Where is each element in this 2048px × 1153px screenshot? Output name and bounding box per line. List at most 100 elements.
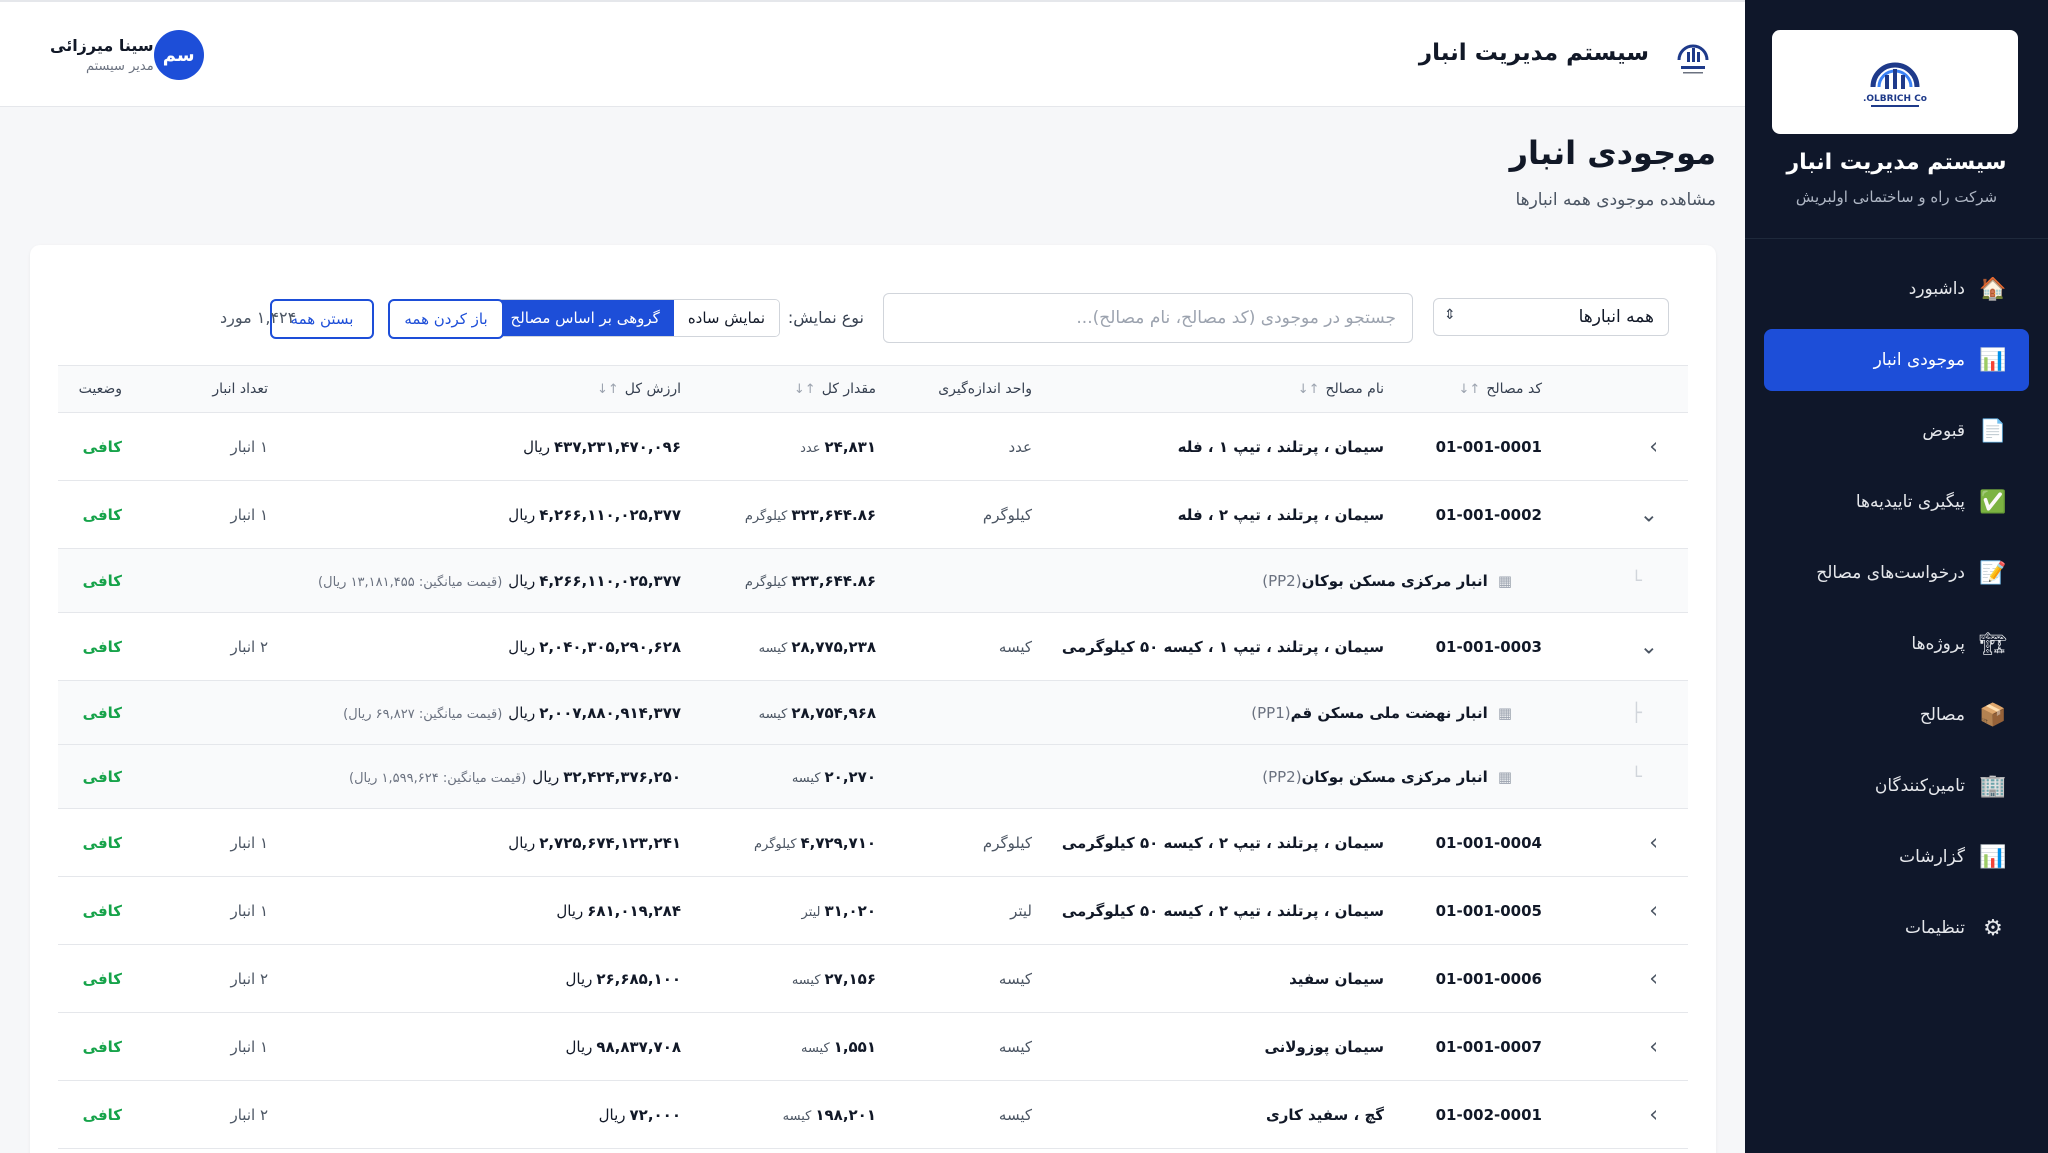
material-code: 01-001-0002: [1435, 505, 1542, 524]
material-code: 01-001-0003: [1435, 637, 1542, 656]
warehouse-count: ۲ انبار: [230, 1105, 268, 1124]
sort-icon: ↑↓: [1297, 382, 1320, 397]
warehouse-count: ۱ انبار: [230, 1037, 268, 1056]
sidebar-item-label: موجودی انبار: [1873, 350, 1965, 370]
user-role: مدیر سیستم: [85, 59, 154, 74]
package-icon: 📦: [1979, 702, 2007, 728]
chevron-left-icon[interactable]: ›: [1649, 1034, 1658, 1059]
material-name: سیمان ، پرتلند ، تیپ ۲ ، کیسه ۵۰ کیلوگرم…: [1061, 833, 1384, 852]
sidebar-nav: 🏠 داشبورد 📊 موجودی انبار 📄 قبوض ✅ پیگیری تاییدی…: [1745, 258, 2048, 968]
table-header: کد مصالح↑↓ نام مصالح↑↓ واحد اندازه‌گیری …: [58, 365, 1688, 413]
status-badge: کافی: [82, 1105, 122, 1124]
table-row[interactable]: › 01-001-0006 سیمان سفید کیسه ۲۷,۱۵۶کیسه ۲۶,۶…: [58, 945, 1688, 1013]
unit: کیسه: [998, 637, 1032, 656]
table-row[interactable]: ⌄ 01-001-0002 سیمان ، پرتلند ، تیپ ۲ ، فله…: [58, 481, 1688, 549]
warehouse-value: ۴,۲۶۶,۱۱۰,۰۲۵,۳۷۷ریال(قیمت میانگین: ۱۳,۱…: [318, 571, 681, 590]
sidebar-item-label: درخواست‌های مصالح: [1816, 563, 1965, 583]
warehouse-select[interactable]: همه انبارها ⇕: [1433, 298, 1669, 336]
material-name: سیمان ، پرتلند ، تیپ ۱ ، کیسه ۵۰ کیلوگرم…: [1061, 637, 1384, 656]
sidebar-item-0[interactable]: 🏠 داشبورد: [1764, 258, 2029, 320]
crane-icon: 🏗: [1979, 631, 2007, 657]
sidebar-item-label: تنظیمات: [1905, 918, 1965, 938]
chevron-down-icon[interactable]: ⌄: [1640, 634, 1658, 659]
header-name[interactable]: نام مصالح↑↓: [1298, 381, 1384, 397]
material-code: 01-001-0005: [1435, 901, 1542, 920]
sidebar-item-2[interactable]: 📄 قبوض: [1764, 400, 2029, 462]
expand-all-button[interactable]: باز کردن همه: [388, 299, 504, 339]
search-input[interactable]: [883, 293, 1413, 343]
material-name: سیمان ، پرتلند ، تیپ ۲ ، کیسه ۵۰ کیلوگرم…: [1061, 901, 1384, 920]
sidebar-item-label: گزارشات: [1899, 847, 1965, 867]
chevron-left-icon[interactable]: ›: [1649, 1102, 1658, 1127]
status-badge: کافی: [82, 637, 122, 656]
chevron-left-icon[interactable]: ›: [1649, 830, 1658, 855]
user-name: سینا میرزائی: [50, 36, 154, 55]
building-icon: ▦: [1497, 767, 1512, 786]
material-code: 01-001-0001: [1435, 437, 1542, 456]
header-qty[interactable]: مقدار کل↑↓: [794, 381, 876, 397]
sidebar: OLBRICH Co. سیستم مدیریت انبار شرکت راه …: [1745, 0, 2048, 1153]
warehouse-count: ۱ انبار: [230, 437, 268, 456]
status-badge: کافی: [82, 969, 122, 988]
material-name: سیمان پوزولانی: [1264, 1037, 1384, 1056]
header-status: وضعیت: [78, 381, 122, 397]
material-name: گچ ، سفید کاری: [1266, 1105, 1384, 1124]
warehouse-subrow: ├ ▦انبار نهضت ملی مسکن قم(PP1) ۲۸,۷۵۴,۹۶۸ک…: [58, 681, 1688, 745]
sidebar-item-3[interactable]: ✅ پیگیری تاییدیه‌ها: [1764, 471, 2029, 533]
table-row[interactable]: › 01-002-0001 گچ ، سفید کاری کیسه ۱۹۸,۲۰۱کیس…: [58, 1081, 1688, 1149]
record-count: ۱,۴۲۴ مورد: [220, 308, 297, 327]
total-qty: ۲۴,۸۳۱عدد: [800, 437, 876, 456]
warehouse-count: ۱ انبار: [230, 833, 268, 852]
top-header: سیستم مدیریت انبار سم سینا میرزائی مدیر …: [0, 0, 1745, 107]
warehouse-count: ۲ انبار: [230, 637, 268, 656]
warehouse-select-value: همه انبارها: [1578, 307, 1654, 327]
table-row[interactable]: › 01-001-0004 سیمان ، پرتلند ، تیپ ۲ ، کیس…: [58, 809, 1688, 877]
sort-icon: ↑↓: [793, 382, 816, 397]
chevron-down-icon[interactable]: ⌄: [1640, 502, 1658, 527]
warehouse-name: ▦انبار مرکزی مسکن بوکان(PP2): [1262, 571, 1512, 590]
unit: کیسه: [998, 1037, 1032, 1056]
view-simple-button[interactable]: نمایش ساده: [673, 300, 779, 336]
warehouse-qty: ۲۸,۷۵۴,۹۶۸کیسه: [758, 703, 876, 722]
view-grouped-button[interactable]: گروهی بر اساس مصالح: [496, 300, 674, 336]
warehouse-name: ▦انبار نهضت ملی مسکن قم(PP1): [1251, 703, 1512, 722]
header-code[interactable]: کد مصالح↑↓: [1459, 381, 1542, 397]
sidebar-item-6[interactable]: 📦 مصالح: [1764, 684, 2029, 746]
table-row[interactable]: ⌄ 01-001-0003 سیمان ، پرتلند ، تیپ ۱ ، کیس…: [58, 613, 1688, 681]
total-value: ۲,۷۲۵,۶۷۴,۱۲۳,۲۴۱ریال: [508, 833, 681, 852]
chevron-left-icon[interactable]: ›: [1649, 898, 1658, 923]
tree-connector-icon: ├: [1631, 702, 1642, 723]
header-value[interactable]: ارزش کل↑↓: [597, 381, 681, 397]
sidebar-item-5[interactable]: 🏗 پروژه‌ها: [1764, 613, 2029, 675]
table-row[interactable]: › 01-001-0005 سیمان ، پرتلند ، تیپ ۲ ، کیس…: [58, 877, 1688, 945]
unit: عدد: [1008, 437, 1032, 456]
warehouse-subrow: └ ▦انبار مرکزی مسکن بوکان(PP2) ۳۲۳,۶۴۴.۸۶ک…: [58, 549, 1688, 613]
user-profile[interactable]: سم سینا میرزائی مدیر سیستم: [36, 30, 204, 80]
warehouse-count: ۱ انبار: [230, 505, 268, 524]
sidebar-item-7[interactable]: 🏢 تامین‌کنندگان: [1764, 755, 2029, 817]
average-price: (قیمت میانگین: ۱۳,۱۸۱,۴۵۵ ریال): [318, 574, 503, 590]
company-logo: OLBRICH Co.: [1772, 30, 2018, 134]
chevron-left-icon[interactable]: ›: [1649, 966, 1658, 991]
sidebar-item-9[interactable]: ⚙ تنظیمات: [1764, 897, 2029, 959]
view-type-label: نوع نمایش:: [787, 308, 864, 327]
sort-icon: ↑↓: [1458, 382, 1481, 397]
building-icon: 🏢: [1979, 773, 2007, 799]
material-code: 01-002-0001: [1435, 1105, 1542, 1124]
sidebar-item-8[interactable]: 📊 گزارشات: [1764, 826, 2029, 888]
sidebar-item-1[interactable]: 📊 موجودی انبار: [1764, 329, 2029, 391]
avatar[interactable]: سم: [153, 30, 204, 80]
report-icon: 📊: [1979, 844, 2007, 870]
page-subtitle: مشاهده موجودی همه انبارها: [1515, 190, 1716, 210]
chevron-left-icon[interactable]: ›: [1649, 434, 1658, 459]
status-badge: کافی: [82, 767, 122, 786]
total-value: ۷۲,۰۰۰ریال: [598, 1105, 681, 1124]
warehouse-value: ۳۲,۴۲۴,۳۷۶,۲۵۰ریال(قیمت میانگین: ۱,۵۹۹,۶…: [349, 767, 681, 786]
sidebar-item-4[interactable]: 📝 درخواست‌های مصالح: [1764, 542, 2029, 604]
sidebar-item-label: قبوض: [1922, 421, 1965, 441]
table-row[interactable]: › 01-001-0001 سیمان ، پرتلند ، تیپ ۱ ، فله…: [58, 413, 1688, 481]
warehouse-qty: ۳۲۳,۶۴۴.۸۶کیلوگرم: [744, 571, 876, 590]
table-row[interactable]: › 01-001-0007 سیمان پوزولانی کیسه ۱,۵۵۱کیسه ۹…: [58, 1013, 1688, 1081]
warehouse-count: ۱ انبار: [230, 901, 268, 920]
average-price: (قیمت میانگین: ۱,۵۹۹,۶۲۴ ریال): [349, 770, 527, 786]
